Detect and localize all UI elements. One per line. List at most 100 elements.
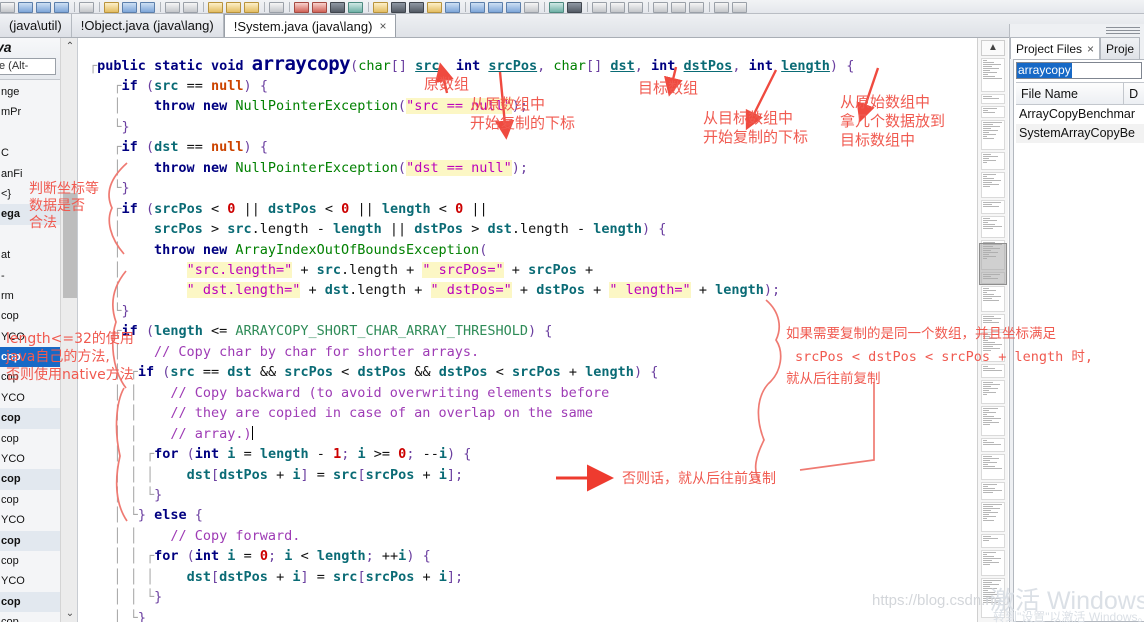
sidebar-list-item[interactable]: C <box>0 143 60 163</box>
new-file-icon[interactable] <box>0 2 15 13</box>
project-files-grid[interactable]: File Name D ArrayCopyBenchmar SystemArra… <box>1016 82 1144 619</box>
sidebar-list-item[interactable]: - <box>0 266 60 286</box>
paste-icon[interactable] <box>140 2 155 13</box>
minimap-scroll-up-icon[interactable]: ▲ <box>981 40 1005 56</box>
spellcheck-icon[interactable] <box>714 2 729 13</box>
sidebar-list-item[interactable]: cop <box>0 367 60 387</box>
view-icon[interactable] <box>470 2 485 13</box>
sidebar-list-item[interactable]: at <box>0 245 60 265</box>
sidebar-list-item[interactable]: YCO <box>0 388 60 408</box>
sidebar-list-item[interactable]: cop <box>0 429 60 449</box>
macro-icon[interactable] <box>628 2 643 13</box>
toolbar-separator <box>709 2 710 12</box>
print-icon[interactable] <box>79 2 94 13</box>
workspace-icon[interactable] <box>244 2 259 13</box>
tools-icon[interactable] <box>610 2 625 13</box>
sidebar-list-item[interactable]: cop <box>0 408 60 429</box>
class-browser-list[interactable]: nge mPr CanFi <} ega at - rm cop YCO cop cop YCO cop c… <box>0 82 60 622</box>
editor-minimap-scrollbar[interactable]: ▲ <box>977 38 1008 622</box>
sidebar-list-item[interactable]: nge <box>0 82 60 102</box>
panel-icon[interactable] <box>506 2 521 13</box>
table-row[interactable]: SystemArrayCopyBe <box>1016 124 1144 143</box>
minimap-code-block <box>981 172 1005 198</box>
class-browser-panel: va e (Alt- ngemPrCanFi<}egaat-rmcopYCOco… <box>0 38 78 622</box>
tab-project-files[interactable]: Project Files × <box>1010 37 1101 59</box>
class-browser-scrollbar[interactable]: ⌃ ⌄ <box>60 38 77 622</box>
build-icon[interactable] <box>391 2 406 13</box>
cut-icon[interactable] <box>104 2 119 13</box>
scroll-up-icon[interactable]: ⌃ <box>61 38 77 55</box>
tab-system-java[interactable]: !System.java (java\lang) × <box>223 14 397 37</box>
tab-label: Project Files <box>1016 41 1083 56</box>
user-icon[interactable] <box>567 2 582 13</box>
save-icon[interactable] <box>36 2 51 13</box>
panel-grip-icon[interactable] <box>1106 27 1140 34</box>
replace-icon[interactable] <box>312 2 327 13</box>
sidebar-list-item[interactable]: anFi <box>0 164 60 184</box>
search-selected-text: arraycopy <box>1017 63 1072 78</box>
copy-icon[interactable] <box>122 2 137 13</box>
tab-project[interactable]: Proje <box>1100 37 1141 59</box>
scroll-down-icon[interactable]: ⌄ <box>61 605 77 622</box>
toolbar-separator <box>587 2 588 12</box>
sidebar-list-item[interactable]: YCO <box>0 449 60 469</box>
minimap-thumb[interactable] <box>979 243 1007 285</box>
sidebar-list-item[interactable]: cop <box>0 306 60 326</box>
column-header-d[interactable]: D <box>1124 87 1144 101</box>
document-icon[interactable] <box>653 2 668 13</box>
undo-icon[interactable] <box>165 2 180 13</box>
save-all-icon[interactable] <box>54 2 69 13</box>
tab-java-util[interactable]: (java\util) <box>0 14 72 37</box>
sidebar-list-item[interactable]: ega <box>0 204 60 225</box>
close-icon[interactable]: × <box>1087 42 1094 56</box>
minimap-code-block <box>981 364 1005 378</box>
sidebar-list-item[interactable]: YCO <box>0 327 60 347</box>
step-icon[interactable] <box>445 2 460 13</box>
table-row[interactable]: ArrayCopyBenchmar <box>1016 105 1144 124</box>
find-icon[interactable] <box>294 2 309 13</box>
class-browser-filter-input[interactable]: e (Alt- <box>0 58 56 75</box>
tab-object-java[interactable]: !Object.java (java\lang) <box>71 14 224 37</box>
layout-icon[interactable] <box>488 2 503 13</box>
code-editor[interactable]: ┌public static void arraycopy(char[] src… <box>79 38 975 622</box>
list-icon[interactable] <box>671 2 686 13</box>
sidebar-list-item[interactable]: cop <box>0 551 60 571</box>
sidebar-list-item[interactable]: cop <box>0 530 60 551</box>
open-icon[interactable] <box>18 2 33 13</box>
minimap-code-block <box>981 58 1005 92</box>
debug-icon[interactable] <box>427 2 442 13</box>
sidebar-list-item[interactable]: YCO <box>0 510 60 530</box>
column-header-file-name[interactable]: File Name <box>1016 87 1123 101</box>
sidebar-list-item[interactable]: cop <box>0 591 60 613</box>
window-icon[interactable] <box>269 2 284 13</box>
run-icon[interactable] <box>409 2 424 13</box>
minimap-track[interactable] <box>981 58 1005 620</box>
bookmark-icon[interactable] <box>330 2 345 13</box>
project-files-grid-header: File Name D <box>1016 82 1144 105</box>
sidebar-list-item[interactable]: cop <box>0 469 60 490</box>
project-files-search-input[interactable]: arraycopy <box>1016 62 1142 79</box>
scrollbar-thumb[interactable] <box>63 193 77 298</box>
sidebar-list-item[interactable]: cop <box>0 490 60 510</box>
settings-icon[interactable] <box>592 2 607 13</box>
sidebar-list-item[interactable]: <} <box>0 184 60 204</box>
project-icon[interactable] <box>226 2 241 13</box>
fullscreen-icon[interactable] <box>524 2 539 13</box>
source-code[interactable]: ┌public static void arraycopy(char[] src… <box>79 52 854 622</box>
goto-icon[interactable] <box>348 2 363 13</box>
sidebar-list-item[interactable]: rm <box>0 286 60 306</box>
globe-icon[interactable] <box>549 2 564 13</box>
sidebar-list-item[interactable]: YCO <box>0 571 60 591</box>
close-icon[interactable]: × <box>379 19 386 33</box>
tree-icon[interactable] <box>689 2 704 13</box>
open-folder-icon[interactable] <box>208 2 223 13</box>
redo-icon[interactable] <box>183 2 198 13</box>
help-icon[interactable] <box>732 2 747 13</box>
sidebar-list-item[interactable]: cop <box>0 347 60 368</box>
windows-activation-subtext: 转到"设置"以激活 Windows。 <box>993 610 1144 624</box>
sidebar-list-item[interactable]: cop <box>0 612 60 622</box>
sidebar-list-item[interactable] <box>0 123 60 143</box>
compile-icon[interactable] <box>373 2 388 13</box>
sidebar-list-item[interactable]: mPr <box>0 102 60 122</box>
sidebar-list-item[interactable] <box>0 225 60 245</box>
